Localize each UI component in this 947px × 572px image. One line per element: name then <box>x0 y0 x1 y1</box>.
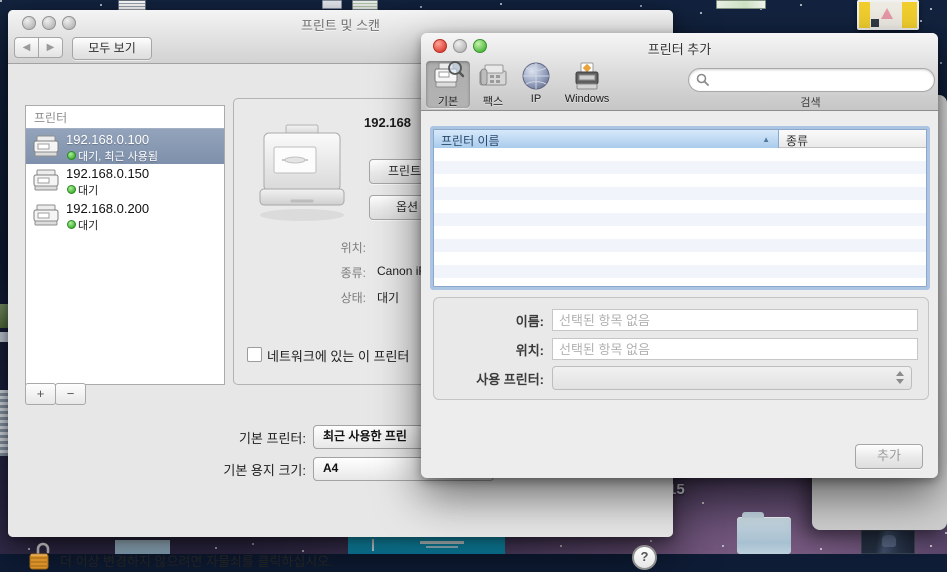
printer-status: 대기 <box>78 217 98 233</box>
search-input[interactable] <box>713 70 927 90</box>
name-field[interactable] <box>552 309 918 331</box>
add-printer-dialog: 프린터 추가 기본 팩스 <box>421 33 938 478</box>
share-printer-checkbox-label: 네트워크에 있는 이 프린터 <box>267 346 409 365</box>
default-printer-label: 기본 프린터: <box>106 428 306 447</box>
photo-thumbnail-shape <box>871 19 879 27</box>
column-header-kind[interactable]: 종류 <box>779 130 926 148</box>
toolbar-fax-label: 팩스 <box>472 93 514 109</box>
printer-status: 대기, 최근 사용됨 <box>78 148 158 164</box>
desktop-photo-thumbnail[interactable] <box>861 530 915 554</box>
add-printer-button[interactable]: + <box>25 383 56 405</box>
printer-name: 192.168.0.100 <box>66 132 149 147</box>
status-value: 대기 <box>377 289 399 306</box>
sort-ascending-icon: ▲ <box>762 135 770 144</box>
share-printer-checkbox[interactable] <box>247 347 262 362</box>
location-label: 위치: <box>238 239 366 256</box>
photo-figure-shape <box>882 535 896 547</box>
photo-thumbnail-shape <box>881 8 893 19</box>
help-button[interactable]: ? <box>632 545 657 570</box>
back-button[interactable]: ◀ <box>14 37 38 58</box>
remove-printer-button[interactable]: − <box>55 383 86 405</box>
toolbar-ip-label: IP <box>516 93 556 105</box>
desktop-photo-icon[interactable] <box>857 0 919 30</box>
show-all-button[interactable]: 모두 보기 <box>72 37 152 60</box>
printer-list-header: 프린터 <box>34 109 67 126</box>
toolbar-windows-tab[interactable]: Windows <box>557 61 617 108</box>
selected-printer-title: 192.168 <box>364 115 411 130</box>
wallpaper-stars <box>0 0 2 2</box>
stepper-arrows-icon <box>896 371 904 385</box>
column-header-printer-name[interactable]: 프린터 이름 ▲ <box>434 130 779 148</box>
printer-row-selected[interactable]: 192.168.0.100 대기, 최근 사용됨 <box>26 128 224 164</box>
printer-list: 프린터 192.168.0.100 대기, 최근 사용됨 <box>25 105 225 385</box>
toolbar-default-label: 기본 <box>426 93 470 109</box>
status-dot-green <box>67 220 76 229</box>
toolbar-ip-tab[interactable]: IP <box>516 61 556 108</box>
use-printer-popup[interactable] <box>552 366 912 390</box>
printer-icon <box>33 204 59 226</box>
printer-icon <box>33 169 59 191</box>
printer-info-groupbox: 이름: 위치: 사용 프린터: <box>433 297 929 400</box>
location-label: 위치: <box>434 340 544 359</box>
desktop-icon-fragment[interactable] <box>322 0 342 9</box>
list-edit-buttons: + − <box>25 383 225 405</box>
nav-back-forward: ◀ ▶ <box>14 37 63 58</box>
printer-name: 192.168.0.150 <box>66 166 149 181</box>
toolbar-default-tab[interactable]: 기본 <box>426 61 470 108</box>
status-dot-green <box>67 185 76 194</box>
search-field[interactable] <box>688 68 935 92</box>
name-label: 이름: <box>434 311 544 330</box>
background-window-fragment <box>348 537 505 554</box>
use-printer-label: 사용 프린터: <box>434 369 544 388</box>
toolbar-windows-label: Windows <box>557 93 617 105</box>
add-button-disabled[interactable]: 추가 <box>855 444 923 469</box>
default-printer-search-icon <box>431 61 465 93</box>
fragment-shape <box>372 539 374 551</box>
table-header-row: 프린터 이름 ▲ 종류 <box>434 130 926 148</box>
fragment-shape <box>420 541 464 544</box>
fragment-shape <box>426 546 458 548</box>
paper-size-label: 기본 용지 크기: <box>106 460 306 479</box>
table-body-empty[interactable] <box>434 148 926 286</box>
toolbar-fax-tab[interactable]: 팩스 <box>472 61 514 108</box>
kind-label: 종류: <box>238 264 366 281</box>
desktop-icon-fragment[interactable] <box>352 0 378 10</box>
globe-icon <box>520 61 552 93</box>
dialog-titlebar[interactable]: 프린터 추가 기본 팩스 <box>421 33 938 111</box>
location-row: 위치: <box>434 338 928 360</box>
name-row: 이름: <box>434 309 928 331</box>
dialog-title: 프린터 추가 <box>421 39 938 58</box>
search-icon <box>696 73 710 87</box>
desktop-folder-icon[interactable] <box>737 517 791 554</box>
window-title: 프린트 및 스캔 <box>8 15 673 34</box>
printer-row[interactable]: 192.168.0.200 대기 <box>26 198 224 233</box>
printer-row[interactable]: 192.168.0.150 대기 <box>26 163 224 198</box>
status-dot-green <box>67 151 76 160</box>
use-printer-row: 사용 프린터: <box>434 367 928 389</box>
desktop-icon-fragment[interactable] <box>716 0 766 9</box>
status-label: 상태: <box>238 289 366 306</box>
discovered-printers-table[interactable]: 프린터 이름 ▲ 종류 <box>433 129 927 287</box>
unlocked-padlock-icon[interactable] <box>28 541 54 572</box>
large-printer-image <box>252 123 352 233</box>
printer-icon <box>33 135 59 157</box>
printer-name: 192.168.0.200 <box>66 201 149 216</box>
search-label: 검색 <box>688 94 933 110</box>
location-field[interactable] <box>552 338 918 360</box>
windows-printer-icon <box>570 61 604 93</box>
printer-status: 대기 <box>78 182 98 198</box>
forward-button[interactable]: ▶ <box>38 37 63 58</box>
fax-icon <box>476 61 510 93</box>
